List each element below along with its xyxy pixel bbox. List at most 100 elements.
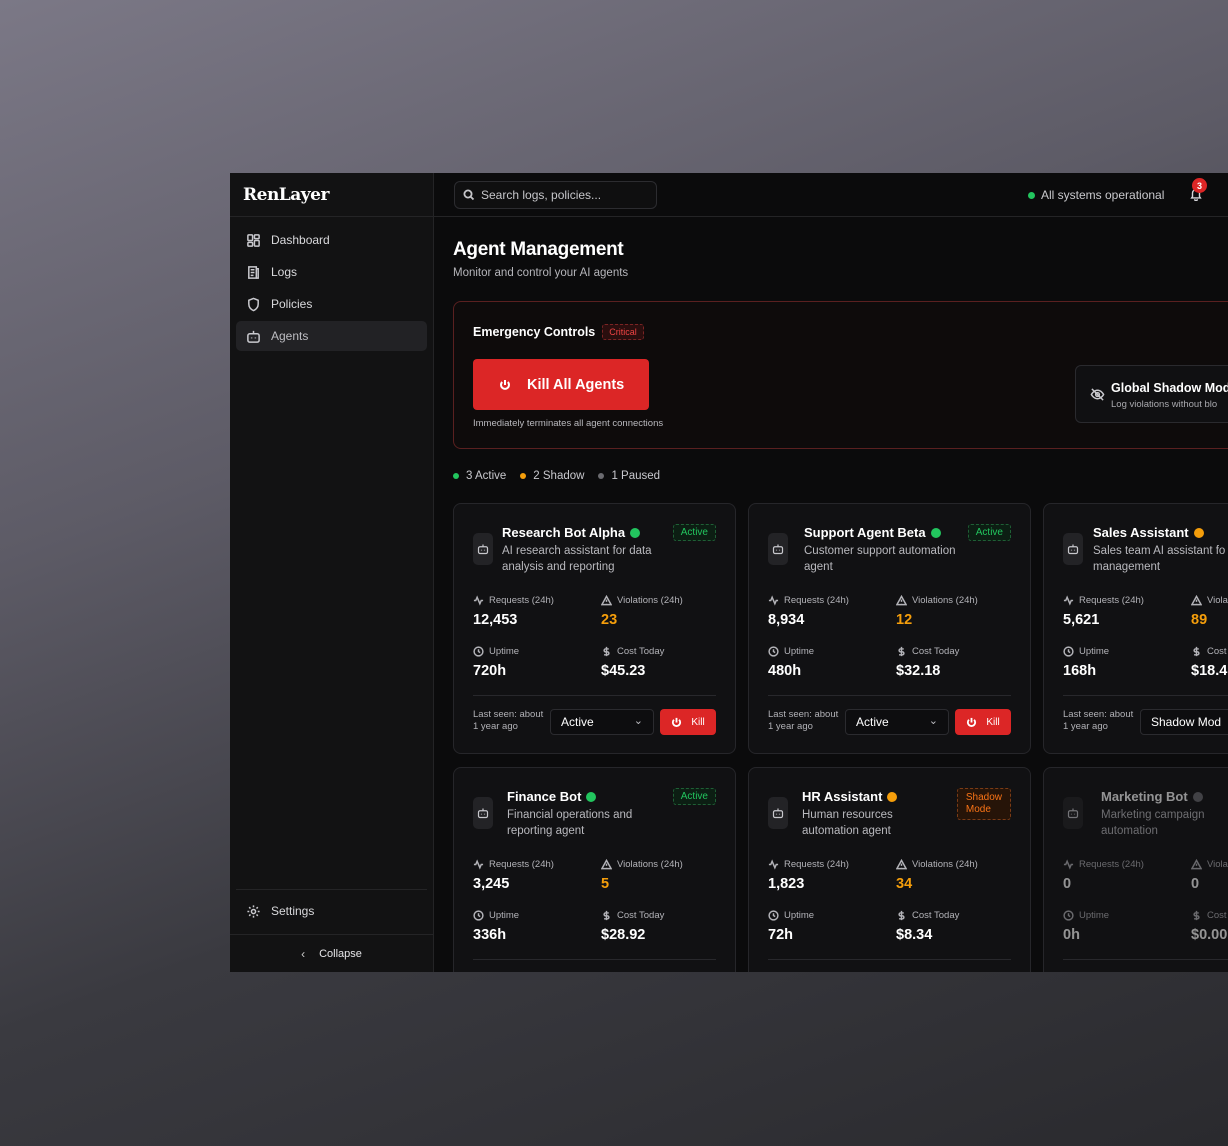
status-text: All systems operational [1041, 188, 1165, 202]
cost-value: $45.23 [601, 663, 646, 679]
sidebar-nav: Dashboard Logs Policies Agents [230, 217, 433, 361]
global-shadow-mode-toggle[interactable]: Global Shadow Mod Log violations without… [1075, 365, 1228, 423]
last-seen: Last seen: about 1 year ago [473, 709, 553, 733]
agent-avatar [768, 533, 788, 565]
agent-avatar [768, 797, 788, 829]
sidebar-item-label: Logs [271, 265, 298, 279]
notification-badge: 3 [1192, 178, 1207, 193]
requests-label-text: Requests (24h) [489, 859, 554, 870]
agent-card-hr-assistant: HR Assistant Human resources automation … [748, 767, 1031, 972]
agent-name-text: HR Assistant [802, 789, 883, 804]
sidebar-item-agents[interactable]: Agents [236, 321, 427, 351]
agent-status-counts: 3 Active 2 Shadow 1 Paused [453, 470, 674, 482]
uptime-value: 480h [768, 663, 802, 679]
card-divider [768, 959, 1011, 960]
violations-label: Viola [1191, 595, 1228, 606]
power-icon [967, 717, 977, 727]
mode-select[interactable]: Active ⌄ [550, 709, 654, 735]
power-icon [672, 717, 682, 727]
kill-all-agents-button[interactable]: Kill All Agents [473, 359, 649, 410]
paused-count: 1 Paused [598, 470, 660, 482]
mode-select-value: Active [856, 715, 889, 729]
mode-select[interactable]: Shadow Mod⌄ [1140, 709, 1228, 735]
agent-name-text: Research Bot Alpha [502, 525, 626, 540]
violations-label-text: Violations (24h) [912, 595, 978, 606]
card-divider [473, 695, 716, 696]
uptime-label: Uptime [768, 646, 814, 657]
status-dot [1192, 791, 1203, 802]
sidebar-item-label: Agents [271, 329, 309, 343]
status-dot [630, 527, 641, 538]
emergency-title: Emergency Controls Critical [473, 324, 644, 340]
cost-value: $0.00 [1191, 927, 1228, 943]
paused-count-text: 1 Paused [611, 470, 661, 482]
uptime-label-text: Uptime [489, 910, 520, 921]
activity-icon [768, 595, 779, 606]
logs-icon [248, 265, 259, 279]
active-count: 3 Active [453, 470, 506, 482]
logo[interactable]: RenLayer [243, 185, 329, 205]
violations-label-text: Viola [1207, 859, 1228, 870]
active-count-text: 3 Active [466, 470, 507, 482]
dollar-icon [898, 646, 905, 657]
sidebar-item-logs[interactable]: Logs [236, 257, 427, 287]
dollar-icon [898, 910, 905, 921]
uptime-value: 72h [768, 927, 793, 943]
kill-button[interactable]: Kill [955, 709, 1011, 735]
search-input[interactable]: Search logs, policies... [454, 180, 657, 209]
uptime-label-text: Uptime [1079, 646, 1110, 657]
agent-description: Financial operations and reporting agent [507, 809, 633, 837]
sidebar-item-settings[interactable]: Settings [236, 896, 427, 926]
last-seen: Last seen: about 1 year ago [768, 709, 848, 733]
card-divider [473, 959, 716, 960]
collapse-button[interactable]: ‹ Collapse [230, 934, 433, 972]
bot-icon [1067, 544, 1079, 555]
logo-row: RenLayer [230, 173, 433, 217]
sidebar: RenLayer Dashboard Logs Policies Agents [230, 173, 434, 972]
sidebar-item-policies[interactable]: Policies [236, 289, 427, 319]
global-shadow-subtitle: Log violations without blo [1111, 399, 1218, 410]
mode-select[interactable]: Active ⌄ [845, 709, 949, 735]
requests-label: Requests (24h) [473, 595, 554, 606]
search-placeholder: Search logs, policies... [481, 187, 602, 202]
agent-avatar [1063, 797, 1083, 829]
requests-value: 5,621 [1063, 612, 1100, 628]
search-icon [463, 189, 475, 200]
agent-description: Marketing campaign automation [1101, 809, 1205, 837]
violations-label-text: Viola [1207, 595, 1228, 606]
sidebar-item-dashboard[interactable]: Dashboard [236, 225, 427, 255]
requests-label-text: Requests (24h) [784, 859, 849, 870]
kill-label: Kill [986, 716, 1000, 728]
requests-label-text: Requests (24h) [784, 595, 849, 606]
clock-icon [473, 910, 484, 921]
activity-icon [473, 595, 484, 606]
violations-value: 12 [896, 612, 913, 628]
uptime-label: Uptime [1063, 910, 1109, 921]
agent-name-text: Support Agent Beta [804, 525, 926, 540]
chevron-left-icon: ‹ [301, 946, 306, 961]
system-status: All systems operational [1028, 188, 1164, 202]
card-divider [1063, 959, 1228, 960]
cost-value: $18.4 [1191, 663, 1228, 679]
requests-label-text: Requests (24h) [1079, 595, 1144, 606]
warning-icon [601, 595, 612, 606]
violations-value: 89 [1191, 612, 1208, 628]
violations-label-text: Violations (24h) [912, 859, 978, 870]
uptime-label-text: Uptime [1079, 910, 1110, 921]
clock-icon [768, 646, 779, 657]
dollar-icon [1193, 646, 1200, 657]
status-badge: Shadow Mode [956, 788, 1011, 820]
kill-button[interactable]: Kill [660, 709, 716, 735]
status-badge: Active [967, 524, 1011, 541]
shadow-count: 2 Shadow [520, 470, 584, 482]
kill-all-label: Kill All Agents [527, 376, 625, 393]
agent-name: Support Agent Beta [804, 525, 941, 540]
eye-off-icon [1090, 388, 1105, 401]
requests-label: Requests (24h) [1063, 859, 1144, 870]
cost-label: Cost Today [601, 910, 664, 921]
agent-card-sales-assistant: Sales Assistant Sales team AI assistant … [1043, 503, 1228, 754]
activity-icon [473, 859, 484, 870]
status-badge-line1: Shadow [965, 792, 1002, 803]
power-icon [500, 379, 510, 390]
agent-description: Human resources automation agent [802, 809, 893, 837]
